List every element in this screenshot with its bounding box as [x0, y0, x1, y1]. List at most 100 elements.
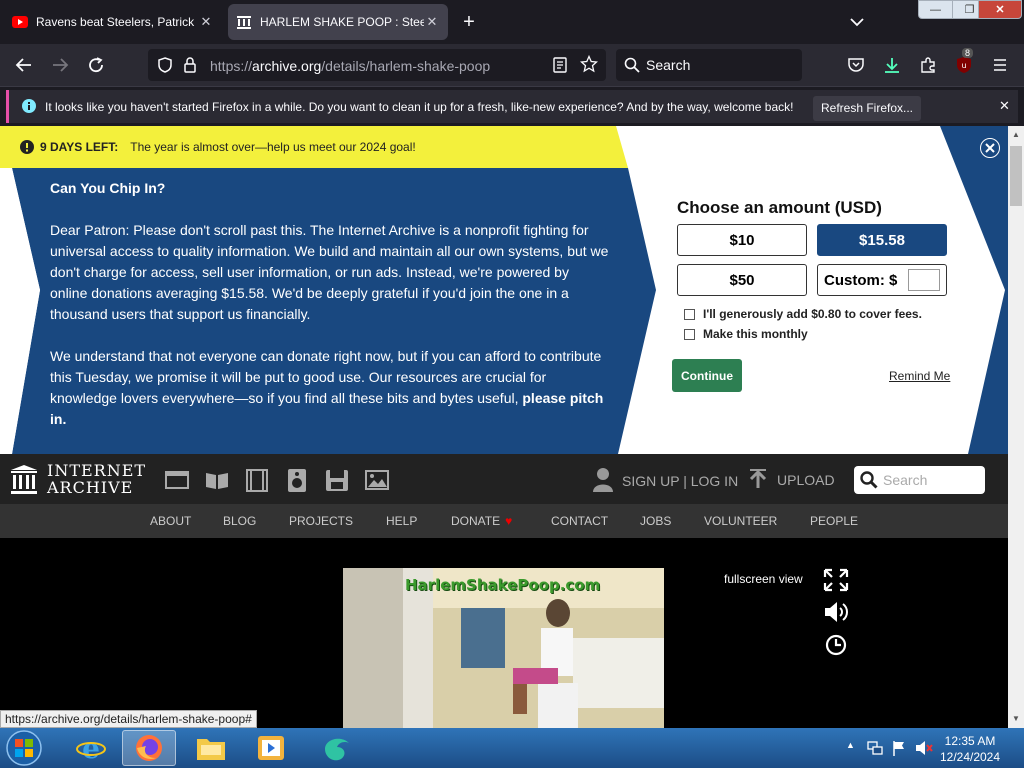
clock-date: 12/24/2024: [939, 750, 1001, 764]
status-url: https://archive.org/details/harlem-shake…: [0, 710, 257, 728]
banner-paragraph-2: We understand that not everyone can dona…: [50, 346, 610, 430]
tab-strip: Ravens beat Steelers, Patrick M ✕ HARLEM…: [0, 0, 1024, 44]
deadline-message: The year is almost over—help us meet our…: [130, 140, 416, 154]
network-icon[interactable]: [866, 739, 884, 757]
navigation-bar: https://archive.org/details/harlem-shake…: [0, 44, 1024, 86]
hamburger-menu-icon[interactable]: [988, 53, 1012, 77]
banner-heading: Can You Chip In?: [50, 180, 166, 196]
menu-contact[interactable]: CONTACT: [551, 514, 608, 528]
checkbox-label: Make this monthly: [703, 327, 808, 341]
ublock-icon[interactable]: u 8: [952, 48, 976, 77]
video-overlay-text: HarlemShakePoop.com: [405, 576, 601, 594]
close-window-button[interactable]: ✕: [978, 0, 1022, 19]
svg-text:u: u: [961, 61, 966, 70]
url-text[interactable]: https://archive.org/details/harlem-shake…: [210, 58, 490, 74]
sign-up-login-link[interactable]: SIGN UP | LOG IN: [622, 473, 738, 489]
minimize-button[interactable]: —: [918, 0, 953, 19]
fullscreen-icon[interactable]: [823, 568, 849, 592]
address-bar[interactable]: https://archive.org/details/harlem-shake…: [148, 49, 606, 81]
notification-message: It looks like you haven't started Firefo…: [45, 100, 794, 114]
app-taskbar-icon[interactable]: [310, 730, 364, 766]
volume-icon[interactable]: [823, 600, 851, 624]
start-button[interactable]: [4, 729, 44, 767]
media-player-icon[interactable]: [244, 730, 298, 766]
notification-bar: It looks like you haven't started Firefo…: [0, 86, 1024, 126]
close-icon[interactable]: [980, 138, 1000, 158]
shield-icon[interactable]: [156, 56, 174, 74]
checkbox[interactable]: [684, 328, 695, 340]
texts-icon[interactable]: [204, 468, 230, 492]
reload-button[interactable]: [84, 53, 108, 77]
back-button[interactable]: [12, 53, 36, 77]
logo-line-1: INTERNET: [47, 461, 147, 480]
taskbar-clock[interactable]: 12:35 AM 12/24/2024: [930, 733, 1010, 765]
extensions-icon[interactable]: [916, 53, 940, 77]
new-tab-button[interactable]: +: [456, 10, 482, 34]
checkbox[interactable]: [684, 308, 695, 320]
remind-me-link[interactable]: Remind Me: [889, 369, 950, 383]
scroll-down-icon[interactable]: ▼: [1012, 714, 1020, 723]
donation-banner: 9 DAYS LEFT: The year is almost over—hel…: [0, 126, 1008, 454]
close-tab-icon[interactable]: ✕: [198, 14, 214, 30]
menu-projects[interactable]: PROJECTS: [289, 514, 353, 528]
menu-volunteer[interactable]: VOLUNTEER: [704, 514, 777, 528]
donate-label: DONATE: [451, 514, 501, 528]
cover-fees-checkbox[interactable]: I'll generously add $0.80 to cover fees.: [684, 307, 922, 321]
continue-button[interactable]: Continue: [672, 359, 742, 392]
extension-badge: 8: [962, 48, 974, 58]
clock-icon[interactable]: [825, 634, 847, 656]
images-icon[interactable]: [364, 468, 390, 492]
menu-about[interactable]: ABOUT: [150, 514, 191, 528]
amount-10-button[interactable]: $10: [677, 224, 807, 256]
tab-ravens[interactable]: Ravens beat Steelers, Patrick M ✕: [4, 4, 222, 40]
fullscreen-label[interactable]: fullscreen view: [724, 572, 803, 586]
firefox-taskbar-icon[interactable]: [122, 730, 176, 766]
upload-link[interactable]: UPLOAD: [777, 472, 835, 488]
amount-50-button[interactable]: $50: [677, 264, 807, 296]
ia-search-input[interactable]: Search: [854, 466, 985, 494]
pocket-icon[interactable]: [844, 53, 868, 77]
audio-icon[interactable]: [284, 468, 310, 492]
refresh-firefox-button[interactable]: Refresh Firefox...: [813, 96, 921, 121]
download-icon[interactable]: [880, 53, 904, 77]
svg-text:e: e: [82, 733, 100, 763]
software-icon[interactable]: [324, 468, 350, 492]
video-icon[interactable]: [244, 468, 270, 492]
close-tab-icon[interactable]: ✕: [424, 14, 440, 30]
menu-donate[interactable]: DONATE ♥: [451, 514, 512, 528]
scroll-up-icon[interactable]: ▲: [1012, 130, 1020, 139]
show-hidden-icons[interactable]: ▲: [846, 740, 855, 750]
file-explorer-icon[interactable]: [184, 730, 238, 766]
amount-15-58-button[interactable]: $15.58: [817, 224, 947, 256]
windows-taskbar: e ▲ 12:35 AM 12/24/2024: [0, 728, 1024, 768]
bookmark-star-icon[interactable]: [580, 55, 598, 73]
close-icon[interactable]: ✕: [999, 98, 1010, 114]
reader-view-icon[interactable]: [552, 56, 568, 74]
amount-title: Choose an amount (USD): [677, 198, 882, 217]
menu-jobs[interactable]: JOBS: [640, 514, 671, 528]
monthly-checkbox[interactable]: Make this monthly: [684, 327, 808, 341]
upload-icon[interactable]: [748, 468, 768, 492]
tab-harlem-shake[interactable]: HARLEM SHAKE POOP : Steezy ✕: [228, 4, 448, 40]
info-icon: [21, 98, 37, 114]
web-icon[interactable]: [164, 468, 190, 492]
search-icon: [624, 57, 640, 73]
action-center-flag-icon[interactable]: [890, 739, 908, 757]
scrollbar-thumb[interactable]: [1010, 146, 1022, 206]
video-player[interactable]: HarlemShakePoop.com: [343, 568, 664, 728]
menu-help[interactable]: HELP: [386, 514, 417, 528]
lock-icon[interactable]: [182, 56, 198, 74]
internet-explorer-icon[interactable]: e: [64, 730, 118, 766]
forward-button[interactable]: [48, 53, 72, 77]
notification-panel: It looks like you haven't started Firefo…: [6, 90, 1018, 123]
user-icon[interactable]: [592, 467, 614, 493]
scrollbar[interactable]: ▲ ▼: [1008, 126, 1024, 728]
custom-amount-input[interactable]: [908, 269, 940, 291]
search-bar[interactable]: Search: [616, 49, 802, 81]
custom-amount-field[interactable]: Custom: $: [817, 264, 947, 296]
alert-icon: [20, 140, 34, 154]
menu-blog[interactable]: BLOG: [223, 514, 256, 528]
menu-people[interactable]: PEOPLE: [810, 514, 858, 528]
ia-logo[interactable]: INTERNET ARCHIVE: [10, 462, 145, 496]
chevron-down-icon[interactable]: [846, 12, 868, 32]
